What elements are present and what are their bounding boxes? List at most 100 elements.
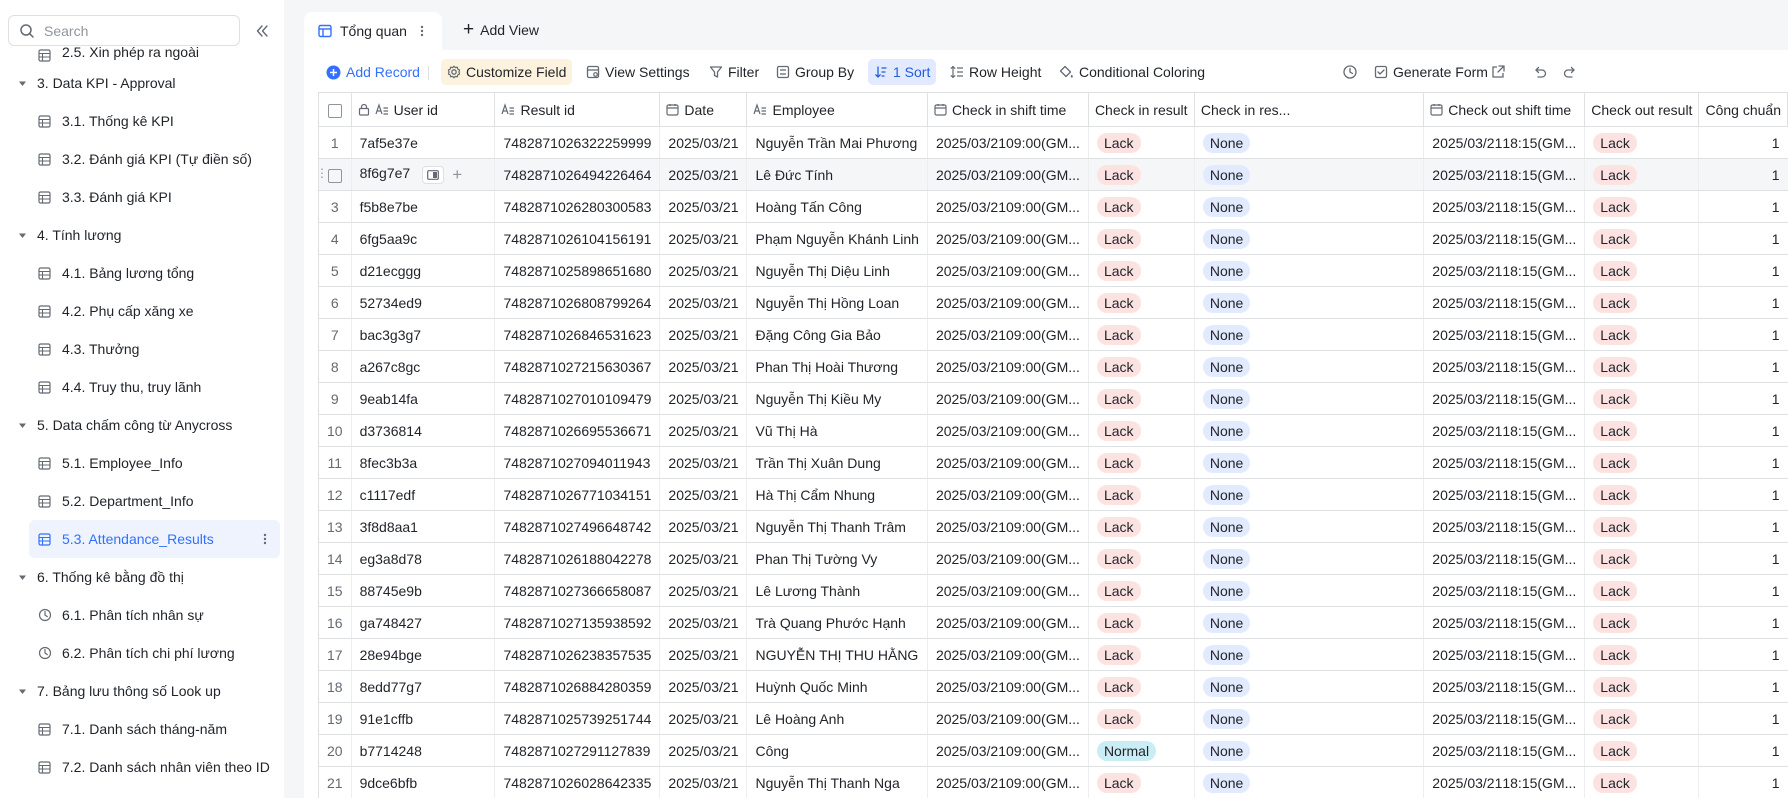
caret-down-icon[interactable] — [18, 78, 28, 88]
tab-tong-quan[interactable]: Tổng quan — [304, 12, 442, 50]
cell-user-id[interactable]: c1117edf — [351, 478, 496, 511]
drag-handle-icon[interactable]: ⋮⋮ — [319, 166, 328, 180]
cell-result-id[interactable]: 7482871025898651680 — [494, 254, 661, 287]
cell-check-in-shift-time[interactable]: 2025/03/21 09:00(GM... — [927, 478, 1089, 511]
column-header-cong-chuan[interactable]: Công chuẩn — [1698, 92, 1788, 127]
cell-check-out-result[interactable]: Lack — [1584, 126, 1700, 159]
cell-check-in-res[interactable]: None — [1194, 158, 1425, 191]
cell-check-in-shift-time[interactable]: 2025/03/21 09:00(GM... — [927, 606, 1089, 639]
cell-cong-chuan[interactable]: 1 — [1698, 382, 1788, 415]
cell-result-id[interactable]: 7482871026494226464 — [494, 158, 661, 191]
cell-user-id[interactable]: d3736814 — [351, 414, 496, 447]
cell-check-out-shift-time[interactable]: 2025/03/21 18:15(GM... — [1423, 254, 1586, 287]
cell-user-id[interactable]: eg3a8d78 — [351, 542, 496, 575]
cell-check-out-result[interactable]: Lack — [1584, 318, 1700, 351]
cell-check-in-result[interactable]: Normal — [1088, 734, 1195, 767]
generate-form-button[interactable]: Generate Form — [1368, 59, 1494, 85]
cell-check-out-shift-time[interactable]: 2025/03/21 18:15(GM... — [1423, 670, 1586, 703]
sidebar-item[interactable]: 5.3. Attendance_Results — [29, 520, 280, 558]
sidebar-item[interactable]: 4.3. Thưởng — [0, 330, 284, 368]
cell-result-id[interactable]: 7482871026884280359 — [494, 670, 661, 703]
cell-check-out-shift-time[interactable]: 2025/03/21 18:15(GM... — [1423, 574, 1586, 607]
cell-date[interactable]: 2025/03/21 — [659, 126, 748, 159]
table-row[interactable]: 18 8edd77g7 7482871026884280359 2025/03/21 H… — [318, 670, 1788, 703]
cell-check-out-result[interactable]: Lack — [1584, 350, 1700, 383]
cell-cong-chuan[interactable]: 1 — [1698, 222, 1788, 255]
cell-result-id[interactable]: 7482871026280300583 — [494, 190, 661, 223]
cell-date[interactable]: 2025/03/21 — [659, 414, 748, 447]
column-header-date[interactable]: Date — [659, 92, 748, 127]
cell-check-in-res[interactable]: None — [1194, 638, 1425, 671]
group-by-button[interactable]: Group By — [770, 59, 860, 85]
cell-cong-chuan[interactable]: 1 — [1698, 318, 1788, 351]
cell-user-id[interactable]: ga748427 — [351, 606, 496, 639]
cell-result-id[interactable]: 7482871027010109479 — [494, 382, 661, 415]
cell-employee[interactable]: Phạm Nguyễn Khánh Linh — [746, 222, 928, 255]
cell-date[interactable]: 2025/03/21 — [659, 190, 748, 223]
cell-result-id[interactable]: 7482871026846531623 — [494, 318, 661, 351]
cell-employee[interactable]: Phan Thị Tường Vy — [746, 542, 928, 575]
cell-check-in-shift-time[interactable]: 2025/03/21 09:00(GM... — [927, 542, 1089, 575]
table-row[interactable]: ⋮⋮8f6g7e7+74828710264942264642025/03/21L… — [318, 158, 1788, 191]
cell-check-in-result[interactable]: Lack — [1088, 286, 1195, 319]
sidebar-item[interactable]: 6.2. Phân tích chi phí lương — [0, 634, 284, 672]
cell-check-in-shift-time[interactable]: 2025/03/21 09:00(GM... — [927, 158, 1089, 191]
cell-check-out-shift-time[interactable]: 2025/03/21 18:15(GM... — [1423, 478, 1586, 511]
cell-check-out-result[interactable]: Lack — [1584, 414, 1700, 447]
cell-check-out-result[interactable]: Lack — [1584, 446, 1700, 479]
cell-date[interactable]: 2025/03/21 — [659, 574, 748, 607]
cell-check-in-shift-time[interactable]: 2025/03/21 09:00(GM... — [927, 702, 1089, 735]
cell-employee[interactable]: Nguyễn Thị Diệu Linh — [746, 254, 928, 287]
cell-cong-chuan[interactable]: 1 — [1698, 606, 1788, 639]
cell-cong-chuan[interactable]: 1 — [1698, 286, 1788, 319]
cell-user-id[interactable]: 9eab14fa — [351, 382, 496, 415]
table-row[interactable]: 3 f5b8e7be 7482871026280300583 2025/03/21 Ho… — [318, 190, 1788, 223]
add-record-button[interactable]: Add Record — [320, 59, 426, 85]
column-header-employee[interactable]: Employee — [746, 92, 928, 127]
sort-button[interactable]: 1 Sort — [868, 59, 937, 85]
cell-date[interactable]: 2025/03/21 — [659, 446, 748, 479]
table-row[interactable]: 8 a267c8gc 7482871027215630367 2025/03/21 Ph… — [318, 350, 1788, 383]
cell-check-in-res[interactable]: None — [1194, 318, 1425, 351]
table-row[interactable]: 16 ga748427 7482871027135938592 2025/03/21 T… — [318, 606, 1788, 639]
cell-result-id[interactable]: 7482871025739251744 — [494, 702, 661, 735]
cell-employee[interactable]: Nguyễn Thị Hồng Loan — [746, 286, 928, 319]
cell-check-out-result[interactable]: Lack — [1584, 286, 1700, 319]
cell-check-out-result[interactable]: Lack — [1584, 478, 1700, 511]
cell-result-id[interactable]: 7482871026771034151 — [494, 478, 661, 511]
cell-cong-chuan[interactable]: 1 — [1698, 574, 1788, 607]
cell-check-in-res[interactable]: None — [1194, 446, 1425, 479]
cell-check-out-result[interactable]: Lack — [1584, 190, 1700, 223]
cell-cong-chuan[interactable]: 1 — [1698, 414, 1788, 447]
cell-check-in-res[interactable]: None — [1194, 350, 1425, 383]
cell-date[interactable]: 2025/03/21 — [659, 382, 748, 415]
cell-employee[interactable]: Hoàng Tấn Công — [746, 190, 928, 223]
cell-user-id[interactable]: 88745e9b — [351, 574, 496, 607]
cell-cong-chuan[interactable]: 1 — [1698, 158, 1788, 191]
table-row[interactable]: 6 52734ed9 7482871026808799264 2025/03/21 Ng… — [318, 286, 1788, 319]
cell-result-id[interactable]: 7482871026028642335 — [494, 766, 661, 798]
cell-check-in-res[interactable]: None — [1194, 414, 1425, 447]
sidebar-item[interactable]: 4.4. Truy thu, truy lãnh — [0, 368, 284, 406]
column-header-check-out-shift-time[interactable]: Check out shift time — [1423, 92, 1586, 127]
cell-user-id[interactable]: 8f6g7e7 + — [351, 158, 496, 191]
row-select-cell[interactable]: ⋮⋮ — [318, 158, 352, 191]
filter-button[interactable]: Filter — [703, 59, 765, 85]
cell-employee[interactable]: Đặng Công Gia Bảo — [746, 318, 928, 351]
cell-check-in-result[interactable]: Lack — [1088, 318, 1195, 351]
table-row[interactable]: 7 bac3g3g7 7482871026846531623 2025/03/21 Đặ… — [318, 318, 1788, 351]
cell-check-out-shift-time[interactable]: 2025/03/21 18:15(GM... — [1423, 126, 1586, 159]
cell-check-out-result[interactable]: Lack — [1584, 670, 1700, 703]
cell-check-out-result[interactable]: Lack — [1584, 510, 1700, 543]
cell-cong-chuan[interactable]: 1 — [1698, 542, 1788, 575]
cell-result-id[interactable]: 7482871027135938592 — [494, 606, 661, 639]
cell-check-in-shift-time[interactable]: 2025/03/21 09:00(GM... — [927, 766, 1089, 798]
cell-check-in-shift-time[interactable]: 2025/03/21 09:00(GM... — [927, 286, 1089, 319]
collapse-sidebar-button[interactable] — [251, 20, 273, 42]
cell-date[interactable]: 2025/03/21 — [659, 542, 748, 575]
cell-check-in-result[interactable]: Lack — [1088, 158, 1195, 191]
cell-check-in-res[interactable]: None — [1194, 222, 1425, 255]
cell-date[interactable]: 2025/03/21 — [659, 638, 748, 671]
cell-check-in-shift-time[interactable]: 2025/03/21 09:00(GM... — [927, 446, 1089, 479]
table-row[interactable]: 17 28e94bge 7482871026238357535 2025/03/21 N… — [318, 638, 1788, 671]
